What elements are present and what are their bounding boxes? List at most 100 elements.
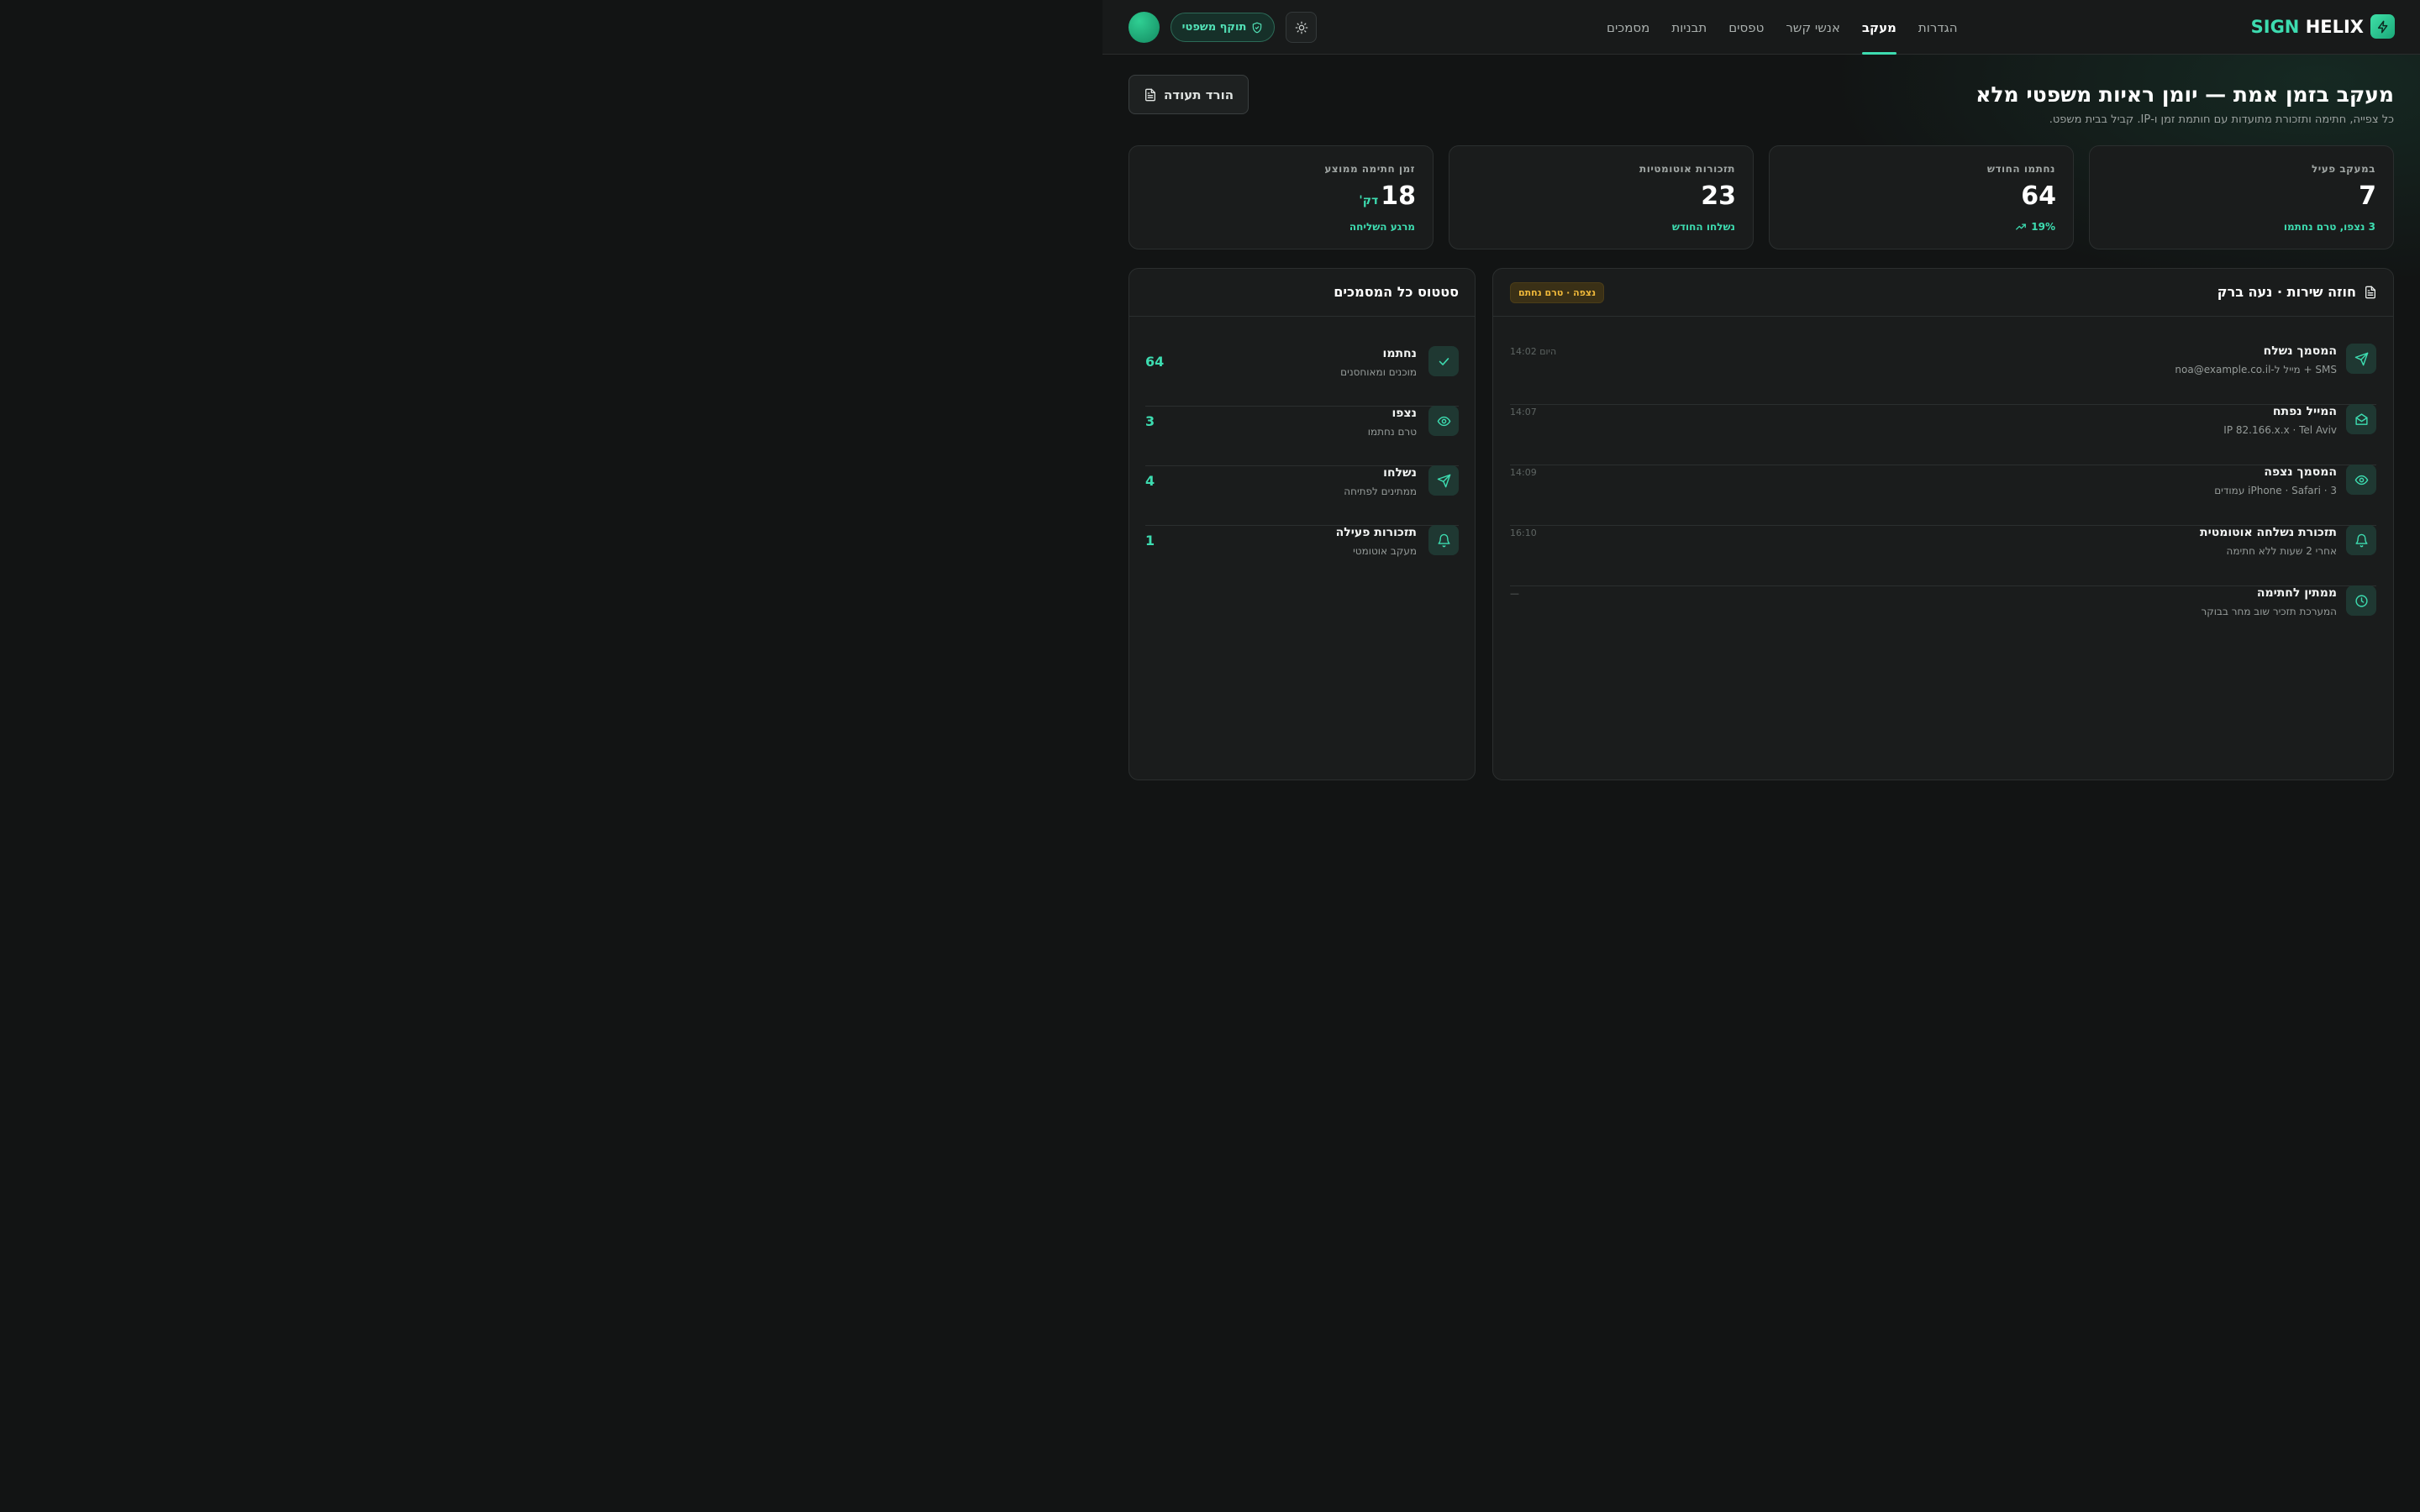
stat-footnote: 3 נצפו, טרם נחתמו (2283, 221, 2375, 233)
nav-item-forms[interactable]: טפסים (1728, 0, 1764, 55)
timeline-title: חוזה שירות · נעה ברק (2217, 284, 2356, 300)
document-timeline-panel: חוזה שירות · נעה ברק נצפה · טרם נחתם המס… (1492, 268, 2394, 780)
stat-label: זמן חתימה ממוצע (1324, 163, 1415, 175)
documents-status-panel: סטטוס כל המסמכים נחתמו מוכנים ומאוחסנים … (1128, 268, 1476, 780)
status-count: 3 (1145, 413, 1155, 429)
trend-text: 19% (2031, 221, 2055, 233)
brand-name: SIGN HELIX (2251, 17, 2364, 37)
stat-label: במעקב פעיל (2311, 163, 2375, 175)
nav-item-templates[interactable]: תבניות (1671, 0, 1707, 55)
stat-unit: דק' (1359, 194, 1379, 207)
panel-header: סטטוס כל המסמכים (1129, 269, 1475, 317)
nav-item-documents[interactable]: מסמכים (1607, 0, 1649, 55)
stat-footnote: מרגע השליחה (1349, 221, 1415, 233)
status-count: 1 (1145, 533, 1155, 549)
stat-label: נחתמו החודש (1986, 163, 2055, 175)
event-time: 14:07 (1510, 407, 1537, 417)
brand-name-main: HELIX (2305, 16, 2364, 37)
timeline-event: המסמך נשלח SMS + מייל ל-noa@example.co.i… (1510, 344, 2376, 405)
download-label: הורד תעודה (1163, 87, 1234, 102)
event-detail: iPhone · Safari · 3 עמודים (2214, 485, 2337, 496)
stat-number: 18 (1381, 181, 1416, 211)
event-detail: SMS + מייל ל-noa@example.co.il (2175, 364, 2337, 375)
panel-title: סטטוס כל המסמכים (1334, 284, 1459, 300)
stat-number: 23 (1701, 181, 1736, 211)
event-title: המסמך נשלח (2263, 344, 2337, 358)
event-time: היום 14:02 (1510, 346, 1557, 357)
stat-value: 64 (2021, 181, 2056, 211)
stat-value: 18 דק' (1359, 181, 1416, 211)
main-nav: מסמכים תבניות טפסים אנשי קשר מעקב הגדרות (1607, 0, 1958, 55)
bell-icon (2346, 525, 2376, 555)
stat-card-signed-month: נחתמו החודש 64 19% (1769, 145, 2074, 249)
mail-open-icon (2346, 404, 2376, 434)
status-title: תזכורות פעילה (1335, 526, 1417, 539)
trend-up-icon (2015, 221, 2027, 233)
top-bar: SIGN HELIX מסמכים תבניות טפסים אנשי קשר … (1102, 0, 2420, 55)
status-title: נצפו (1392, 407, 1418, 420)
timeline-event: תזכורת נשלחה אוטומטית אחרי 2 שעות ללא חת… (1510, 525, 2376, 586)
panel-title: חוזה שירות · נעה ברק (2217, 284, 2377, 300)
event-time: 16:10 (1510, 528, 1537, 538)
nav-item-contacts[interactable]: אנשי קשר (1786, 0, 1840, 55)
event-title: תזכורת נשלחה אוטומטית (2200, 526, 2337, 539)
document-icon (1144, 88, 1157, 102)
status-row-signed[interactable]: נחתמו מוכנים ומאוחסנים 64 (1145, 346, 1459, 407)
eye-icon (2346, 465, 2376, 495)
stat-value: 7 (2359, 181, 2376, 211)
status-row-reminders[interactable]: תזכורות פעילה מעקב אוטומטי 1 (1145, 525, 1459, 585)
event-title: ממתין לחתימה (2256, 586, 2337, 600)
timeline-event: המייל נפתח IP 82.166.x.x · Tel Aviv 14:0… (1510, 404, 2376, 465)
stat-number: 7 (2359, 181, 2376, 211)
event-time: — (1510, 588, 1519, 599)
download-certificate-button[interactable]: הורד תעודה (1128, 75, 1249, 114)
status-subtitle: מוכנים ומאוחסנים (1340, 366, 1417, 378)
check-icon (1428, 346, 1459, 376)
stat-number: 64 (2021, 181, 2056, 211)
stat-footnote: 19% (2015, 221, 2055, 233)
document-icon (2364, 286, 2377, 299)
eye-icon (1428, 406, 1459, 436)
status-subtitle: טרם נחתמו (1367, 426, 1417, 438)
status-title: נשלחו (1383, 466, 1417, 480)
event-title: המסמך נצפה (2264, 465, 2337, 479)
event-time: 14:09 (1510, 467, 1537, 478)
page-title: מעקב בזמן אמת — יומן ראיות משפטי מלא (1975, 82, 2394, 107)
stat-card-avg-sign-time: זמן חתימה ממוצע 18 דק' מרגע השליחה (1128, 145, 1434, 249)
stat-label: תזכורות אוטומטיות (1639, 163, 1735, 175)
send-icon (1428, 465, 1459, 496)
status-subtitle: מעקב אוטומטי (1353, 545, 1417, 557)
stat-card-auto-reminders: תזכורות אוטומטיות 23 נשלחו החודש (1449, 145, 1754, 249)
status-count: 4 (1145, 473, 1155, 489)
stat-footnote: נשלחו החודש (1671, 221, 1735, 233)
lightning-icon (2370, 14, 2395, 39)
panel-header: חוזה שירות · נעה ברק נצפה · טרם נחתם (1493, 269, 2393, 317)
status-badge: נצפה · טרם נחתם (1510, 282, 1605, 303)
nav-item-settings[interactable]: הגדרות (1918, 0, 1958, 55)
stat-card-active-tracking: במעקב פעיל 7 3 נצפו, טרם נחתמו (2089, 145, 2394, 249)
legal-validity-badge[interactable]: תוקף משפטי (1171, 13, 1275, 42)
page-subtitle: כל צפייה, חתימה ותזכורת מתועדות עם חותמת… (2049, 113, 2394, 126)
status-subtitle: ממתינים לפתיחה (1344, 486, 1417, 497)
clock-icon (2346, 585, 2376, 616)
timeline-event: ממתין לחתימה המערכת תזכיר שוב מחר בבוקר … (1510, 585, 2376, 647)
user-avatar[interactable] (1128, 12, 1160, 43)
status-count: 64 (1145, 354, 1165, 370)
event-detail: IP 82.166.x.x · Tel Aviv (2223, 424, 2337, 436)
sun-icon (1295, 21, 1308, 34)
brand-logo[interactable]: SIGN HELIX (2251, 14, 2395, 39)
event-detail: המערכת תזכיר שוב מחר בבוקר (2201, 606, 2337, 617)
theme-toggle-button[interactable] (1286, 12, 1317, 43)
event-detail: אחרי 2 שעות ללא חתימה (2226, 545, 2337, 557)
timeline-event: המסמך נצפה iPhone · Safari · 3 עמודים 14… (1510, 465, 2376, 526)
nav-item-tracking[interactable]: מעקב (1861, 0, 1897, 55)
shield-check-icon (1251, 22, 1263, 34)
status-row-viewed[interactable]: נצפו טרם נחתמו 3 (1145, 406, 1459, 466)
status-row-sent[interactable]: נשלחו ממתינים לפתיחה 4 (1145, 465, 1459, 526)
send-icon (2346, 344, 2376, 374)
brand-name-accent: SIGN (2250, 16, 2300, 37)
legal-validity-label: תוקף משפטי (1181, 21, 1247, 34)
bell-icon (1428, 525, 1459, 555)
stat-value: 23 (1701, 181, 1736, 211)
event-title: המייל נפתח (2272, 405, 2337, 418)
